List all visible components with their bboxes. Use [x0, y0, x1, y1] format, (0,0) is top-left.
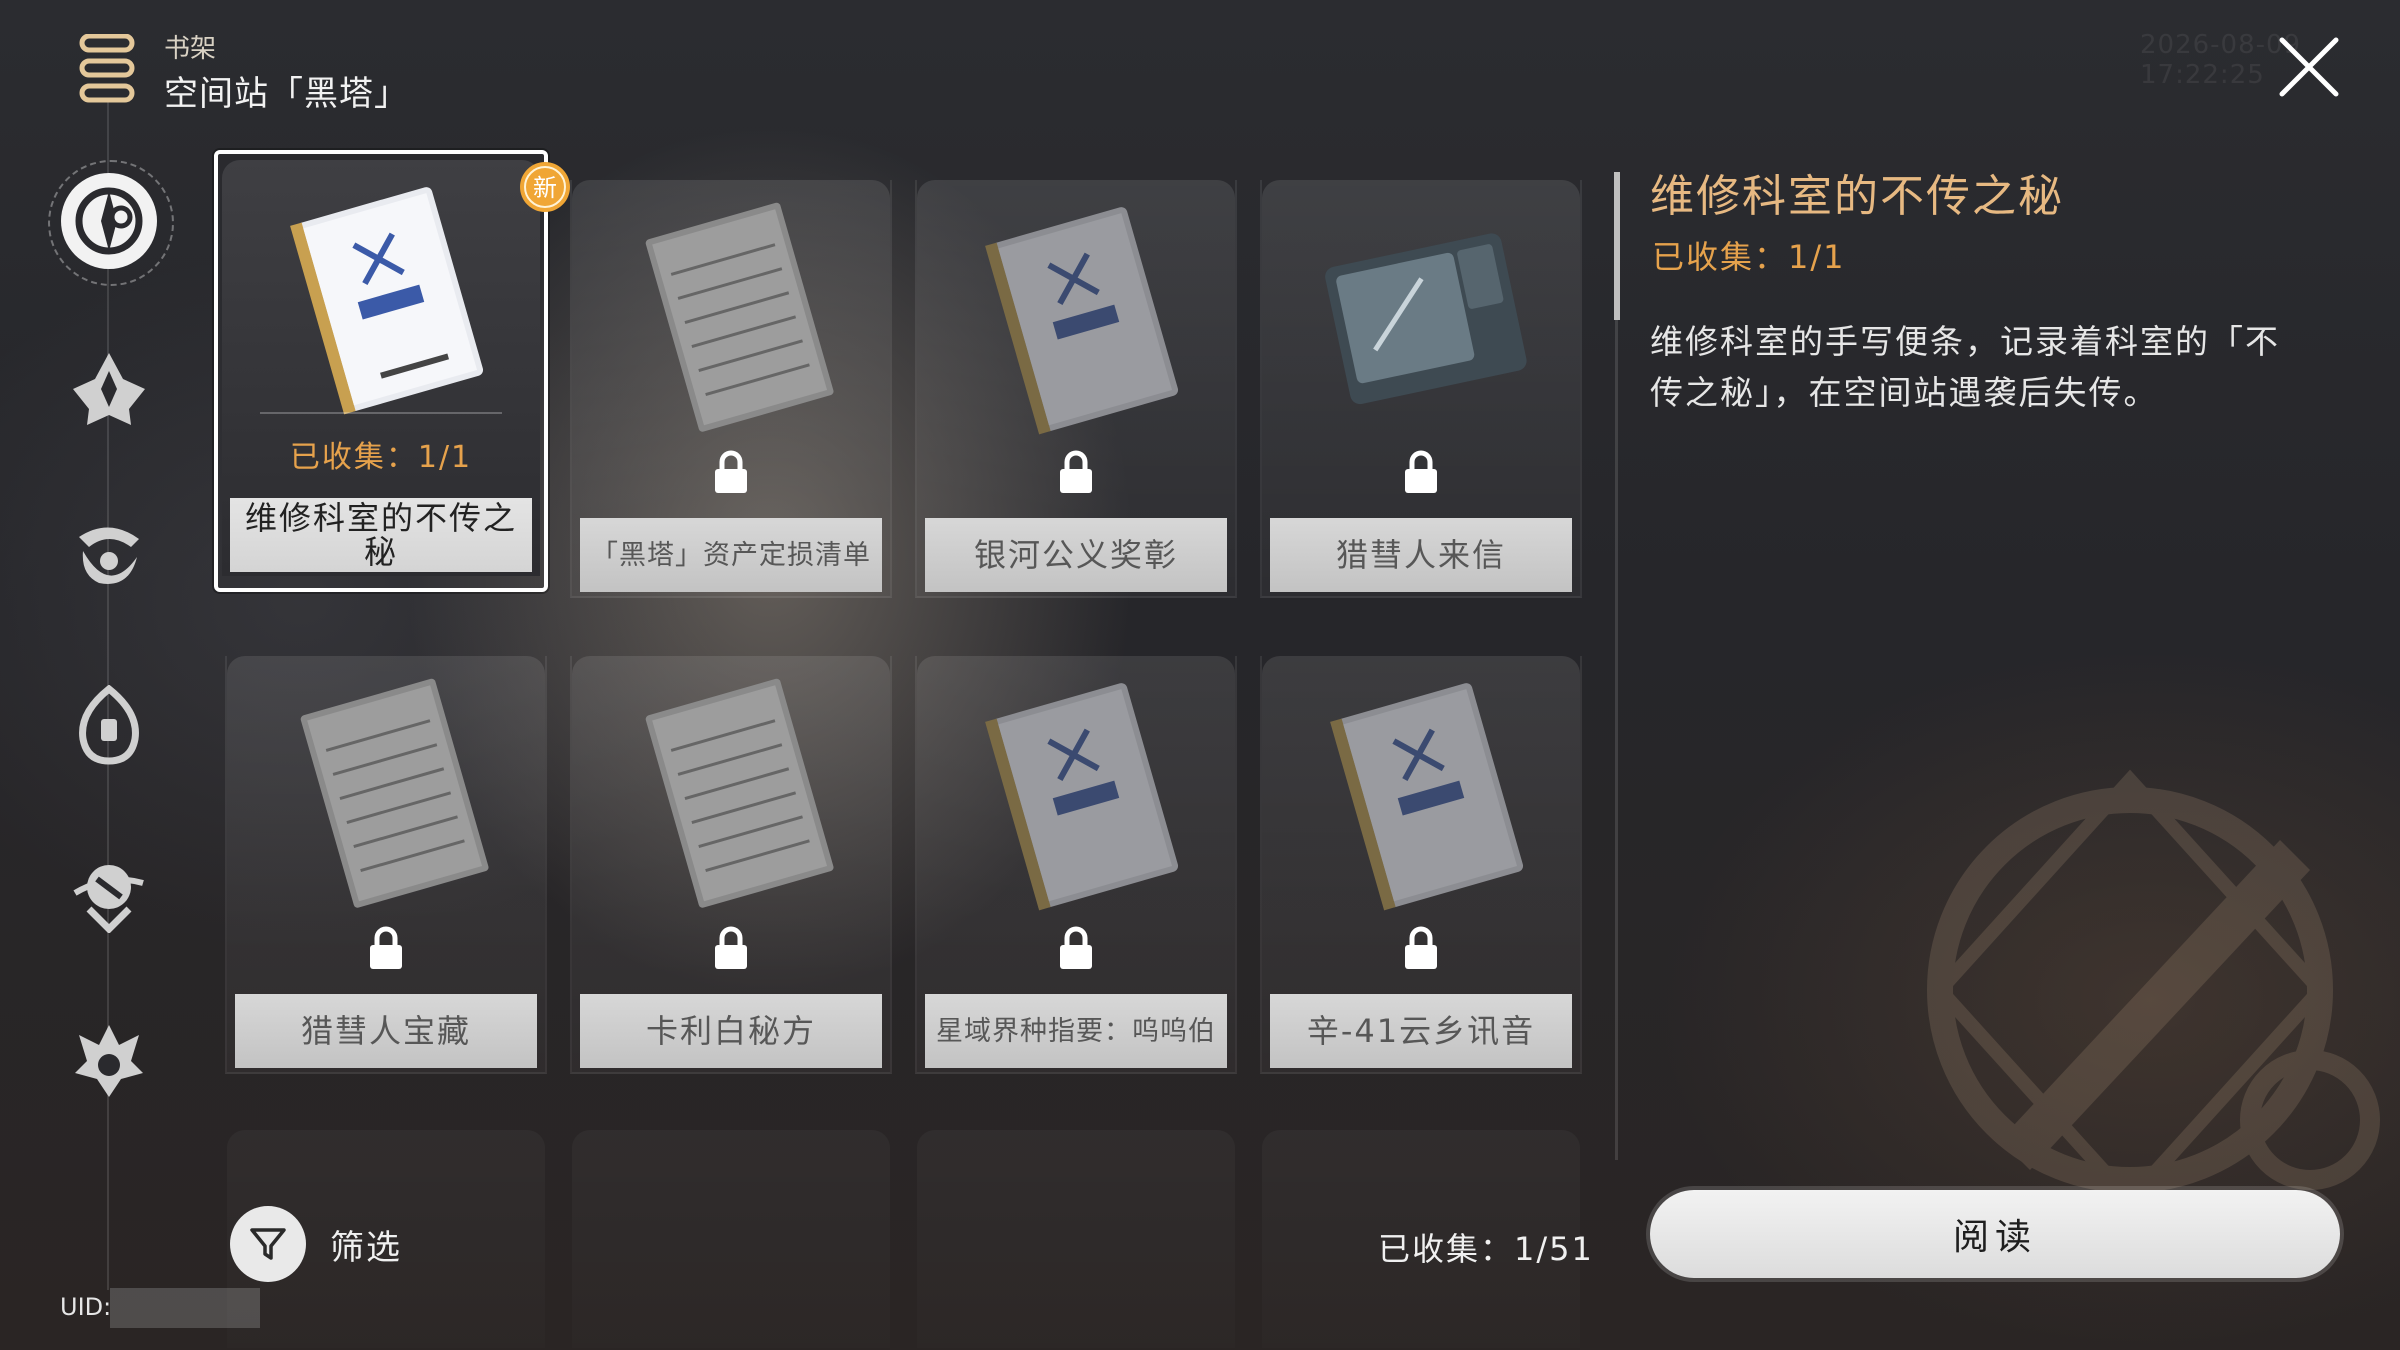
jarilo-icon — [73, 353, 145, 425]
book-card[interactable]: 已收集：1/1 维修科室的不传之秘 新 — [214, 150, 570, 592]
manual-book-icon — [290, 187, 484, 415]
book-card[interactable]: 「黑塔」资产定损清单 — [570, 180, 892, 598]
filter-icon — [250, 1228, 286, 1260]
page-title: 空间站「黑塔」 — [164, 74, 409, 114]
handwritten-note-icon — [645, 678, 834, 908]
breadcrumb: 书架 — [164, 34, 217, 64]
sidebar-item-space-station[interactable] — [50, 162, 168, 280]
lock-icon — [715, 450, 747, 493]
book-title: 猎彗人宝藏 — [235, 994, 537, 1068]
book-card[interactable]: 猎彗人来信 — [1260, 180, 1582, 598]
book-title: 银河公义奖彰 — [925, 518, 1227, 592]
book-card[interactable]: 辛-41云乡讯音 — [1260, 656, 1582, 1074]
detail-title: 维修科室的不传之秘 — [1650, 171, 2064, 222]
xianzhou-icon — [79, 527, 139, 584]
timestamp-watermark: 2026-08-09 17:22:25 — [2140, 30, 2302, 90]
manual-book-icon — [985, 207, 1179, 435]
book-title: 猎彗人来信 — [1270, 518, 1572, 592]
book-card-partial[interactable] — [915, 1130, 1237, 1350]
sidebar-item-jarilo[interactable] — [50, 330, 168, 448]
bookshelf-icon — [79, 34, 135, 103]
manual-book-icon — [985, 683, 1179, 911]
detail-scrollbar-thumb[interactable] — [1614, 172, 1620, 320]
uid-label: UID: — [60, 1293, 112, 1321]
detail-collected-count: 已收集：1/1 — [1652, 238, 1846, 276]
book-title: 星域界种指要：呜呜伯 — [925, 994, 1227, 1068]
letter-tablet-icon — [1325, 233, 1527, 405]
handwritten-note-icon — [300, 678, 489, 908]
book-title: 维修科室的不传之秘 — [230, 498, 532, 572]
book-card[interactable]: 星域界种指要：呜呜伯 — [915, 656, 1237, 1074]
sidebar-item-penacony[interactable] — [50, 666, 168, 784]
close-icon[interactable] — [2278, 36, 2340, 98]
sidebar-item-flame[interactable] — [50, 1002, 168, 1120]
filter-button[interactable] — [230, 1206, 306, 1282]
penacony-icon — [79, 685, 139, 765]
book-title: 辛-41云乡讯音 — [1270, 994, 1572, 1068]
filter-label[interactable]: 筛选 — [330, 1220, 402, 1269]
book-title: 「黑塔」资产定损清单 — [580, 518, 882, 592]
space-station-icon — [61, 173, 157, 269]
detail-description: 维修科室的手写便条，记录着科室的「不传之秘」，在空间站遇袭后失传。 — [1650, 322, 2280, 412]
svg-text:新: 新 — [533, 174, 557, 202]
new-badge: 新 — [520, 162, 570, 212]
sidebar-item-xianzhou[interactable] — [50, 498, 168, 616]
handwritten-note-icon — [645, 202, 834, 432]
book-card[interactable]: 卡利白秘方 — [570, 656, 892, 1074]
read-button[interactable]: 阅读 — [1650, 1190, 2340, 1278]
book-collected-count: 已收集：1/1 — [289, 440, 473, 475]
detail-scrollbar-track[interactable] — [1615, 320, 1618, 1160]
lock-icon — [1060, 450, 1092, 493]
book-title: 卡利白秘方 — [580, 994, 882, 1068]
lock-icon — [370, 926, 402, 969]
lock-icon — [715, 926, 747, 969]
manual-book-icon — [1330, 683, 1524, 911]
book-card-partial[interactable] — [570, 1130, 892, 1350]
planet-icon — [73, 865, 144, 933]
book-card[interactable]: 猎彗人宝藏 — [225, 656, 547, 1074]
sidebar-item-planet[interactable] — [50, 834, 168, 952]
background-emblem-icon — [1927, 769, 2380, 1211]
total-collected-count: 已收集：1/51 — [1378, 1230, 1594, 1268]
lock-icon — [1405, 926, 1437, 969]
flame-icon — [75, 1025, 143, 1097]
lock-icon — [1405, 450, 1437, 493]
book-card[interactable]: 银河公义奖彰 — [915, 180, 1237, 598]
lock-icon — [1060, 926, 1092, 969]
